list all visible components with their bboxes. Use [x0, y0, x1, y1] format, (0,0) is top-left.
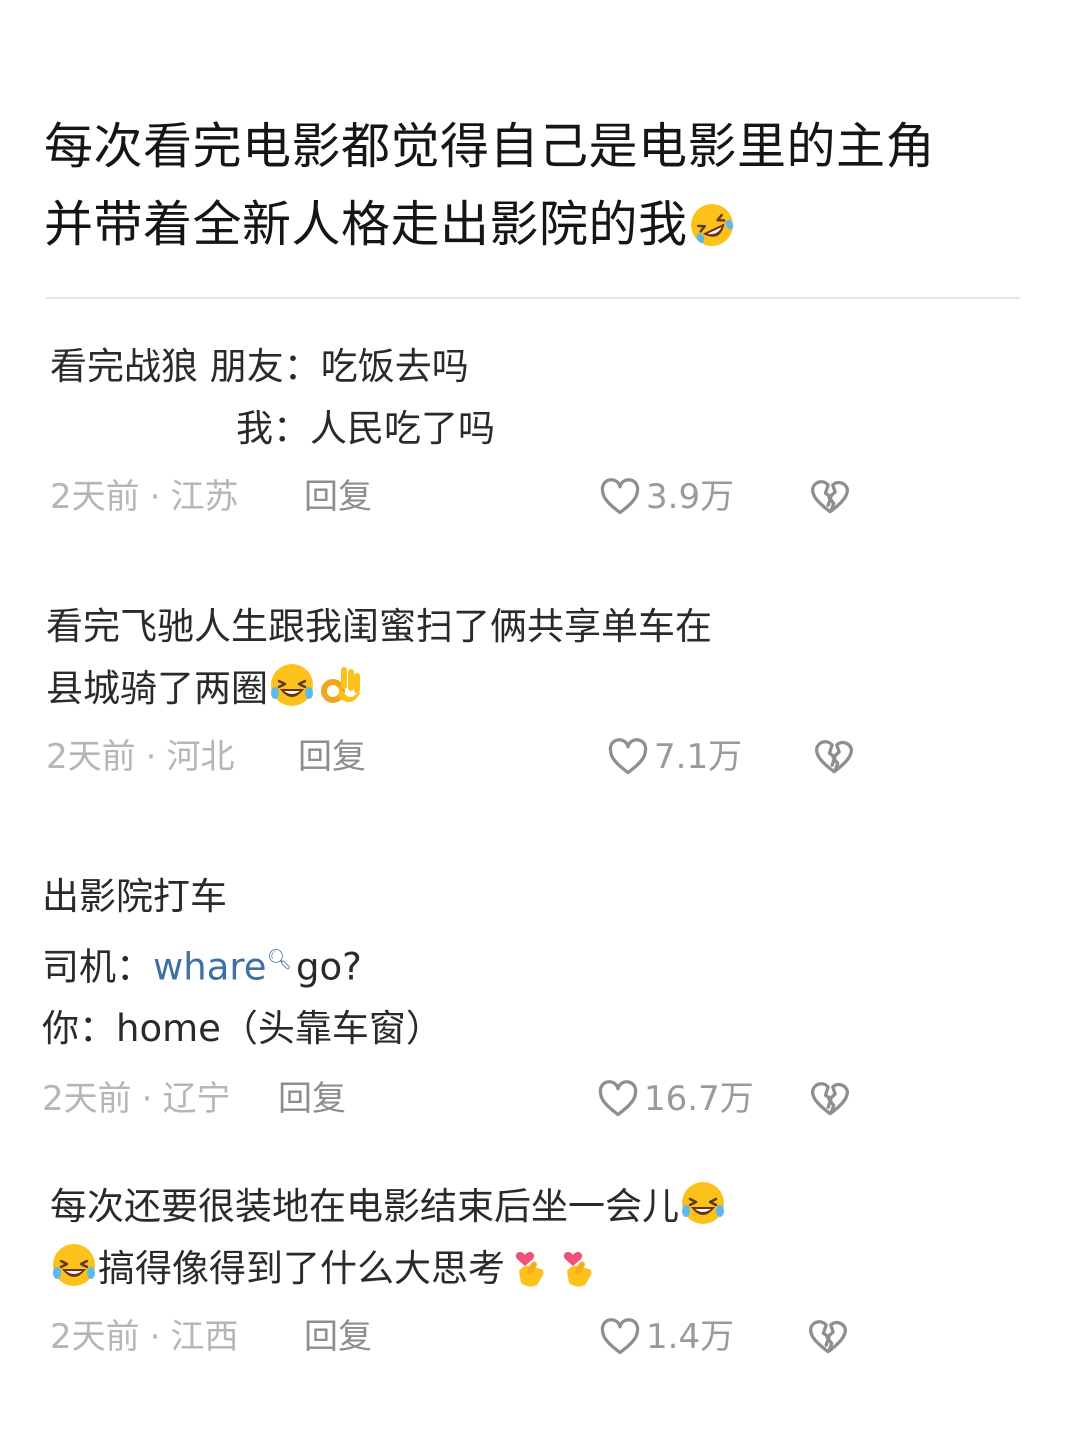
search-icon[interactable]: 🔍︎: [267, 947, 292, 971]
comment-text: 每次还要很装地在电影结束后坐一会儿 搞得像得到了什么大思考: [50, 1176, 1030, 1300]
ok-hand-emoji-icon: [316, 661, 364, 709]
comment: 看完飞驰人生跟我闺蜜扫了俩共享单车在 县城骑了两圈 2天前 · 河北 回复 7.1万: [46, 596, 1026, 782]
heart-icon: [596, 1077, 640, 1121]
divider: [46, 297, 1020, 299]
comment: 每次还要很装地在电影结束后坐一会儿 搞得像得到了什么大思考 2天前 · 江西 回复 …: [50, 1176, 1030, 1362]
broken-heart-icon: [808, 474, 852, 518]
comment-line-text: 每次还要很装地在电影结束后坐一会儿: [50, 1185, 679, 1228]
comment-line-text: 搞得像得到了什么大思考: [98, 1247, 505, 1290]
like-count: 16.7万: [644, 1079, 754, 1120]
finger-heart-emoji-icon: [553, 1241, 601, 1289]
meta-separator: ·: [149, 477, 161, 517]
comment-line-text: go?: [295, 945, 362, 989]
reply-button[interactable]: 回复: [298, 732, 366, 782]
meta-separator: ·: [149, 1317, 161, 1357]
comment-text: 看完战狼 朋友：吃饭去吗 我：人民吃了吗: [50, 336, 1030, 460]
post-title-line-2: 并带着全新人格走出影院的我: [44, 186, 1044, 264]
like-count: 3.9万: [646, 477, 735, 517]
like-button[interactable]: 16.7万: [596, 1074, 754, 1124]
comment-time: 2天前: [42, 1079, 132, 1120]
finger-heart-emoji-icon: [505, 1241, 553, 1289]
meta-separator: ·: [145, 737, 157, 777]
comment-line: 你：home（头靠车窗）: [42, 1007, 443, 1051]
comment-meta: 2天前 · 江苏 回复 3.9万: [50, 472, 1030, 522]
comment-region: 江西: [170, 1317, 239, 1357]
comment-time: 2天前: [50, 1317, 140, 1357]
like-button[interactable]: 3.9万: [598, 472, 734, 522]
heart-icon: [606, 735, 650, 779]
comment-line: 出影院打车: [42, 875, 227, 918]
broken-heart-icon: [812, 734, 856, 778]
dislike-button[interactable]: [808, 1076, 852, 1134]
comment-line: 看完战狼 朋友：吃饭去吗: [50, 345, 469, 388]
laughing-tears-emoji-icon: [679, 1179, 727, 1227]
broken-heart-icon: [806, 1314, 850, 1358]
comment-line: 司机：whare🔍︎ go?: [42, 928, 1022, 998]
comment: 看完战狼 朋友：吃饭去吗 我：人民吃了吗 2天前 · 江苏 回复 3.9万: [50, 336, 1030, 522]
comment-region: 江苏: [170, 477, 239, 517]
search-link[interactable]: whare: [153, 945, 267, 988]
meta-separator: ·: [141, 1079, 153, 1120]
broken-heart-icon: [808, 1076, 852, 1120]
comment-line: 每次还要很装地在电影结束后坐一会儿: [50, 1176, 1030, 1238]
post-title-line-1: 每次看完电影都觉得自己是电影里的主角: [44, 118, 936, 175]
comment-time: 2天前: [50, 477, 140, 517]
comment-region: 河北: [166, 737, 235, 777]
dislike-button[interactable]: [808, 474, 852, 532]
like-button[interactable]: 1.4万: [598, 1312, 734, 1362]
comment-text: 看完飞驰人生跟我闺蜜扫了俩共享单车在 县城骑了两圈: [46, 596, 1026, 720]
reply-button[interactable]: 回复: [304, 472, 372, 522]
like-button[interactable]: 7.1万: [606, 732, 742, 782]
comment-meta: 2天前 · 江西 回复 1.4万: [50, 1312, 1030, 1362]
comment-meta: 2天前 · 河北 回复 7.1万: [46, 732, 1026, 782]
laughing-tears-emoji-icon: [50, 1241, 98, 1289]
heart-icon: [598, 475, 642, 519]
comment-text: 出影院打车 司机：whare🔍︎ go? 你：home（头靠车窗）: [42, 866, 1022, 1060]
comment-line: 县城骑了两圈: [46, 658, 1026, 720]
laughing-tears-emoji-icon: [268, 661, 316, 709]
dislike-button[interactable]: [812, 734, 856, 792]
heart-icon: [598, 1315, 642, 1359]
reply-button[interactable]: 回复: [278, 1074, 346, 1124]
reply-button[interactable]: 回复: [304, 1312, 372, 1362]
comment-meta: 2天前 · 辽宁 回复 16.7万: [42, 1074, 1022, 1124]
comment-line-text: 司机：: [42, 945, 153, 989]
rolling-laughing-emoji-icon: [688, 194, 736, 242]
dislike-button[interactable]: [806, 1314, 850, 1372]
like-count: 7.1万: [654, 737, 743, 777]
comment-line: 看完飞驰人生跟我闺蜜扫了俩共享单车在: [46, 605, 712, 648]
comment-region: 辽宁: [162, 1079, 231, 1120]
comment-line-text: 县城骑了两圈: [46, 667, 268, 710]
post-title-line-2-text: 并带着全新人格走出影院的我: [44, 196, 688, 253]
comment-line: 我：人民吃了吗: [236, 407, 495, 450]
like-count: 1.4万: [646, 1317, 735, 1357]
post-title: 每次看完电影都觉得自己是电影里的主角 并带着全新人格走出影院的我: [44, 108, 1044, 264]
comment-line: 搞得像得到了什么大思考: [50, 1238, 1030, 1300]
comment-time: 2天前: [46, 737, 136, 777]
comment: 出影院打车 司机：whare🔍︎ go? 你：home（头靠车窗） 2天前 · 辽宁 …: [42, 866, 1022, 1124]
